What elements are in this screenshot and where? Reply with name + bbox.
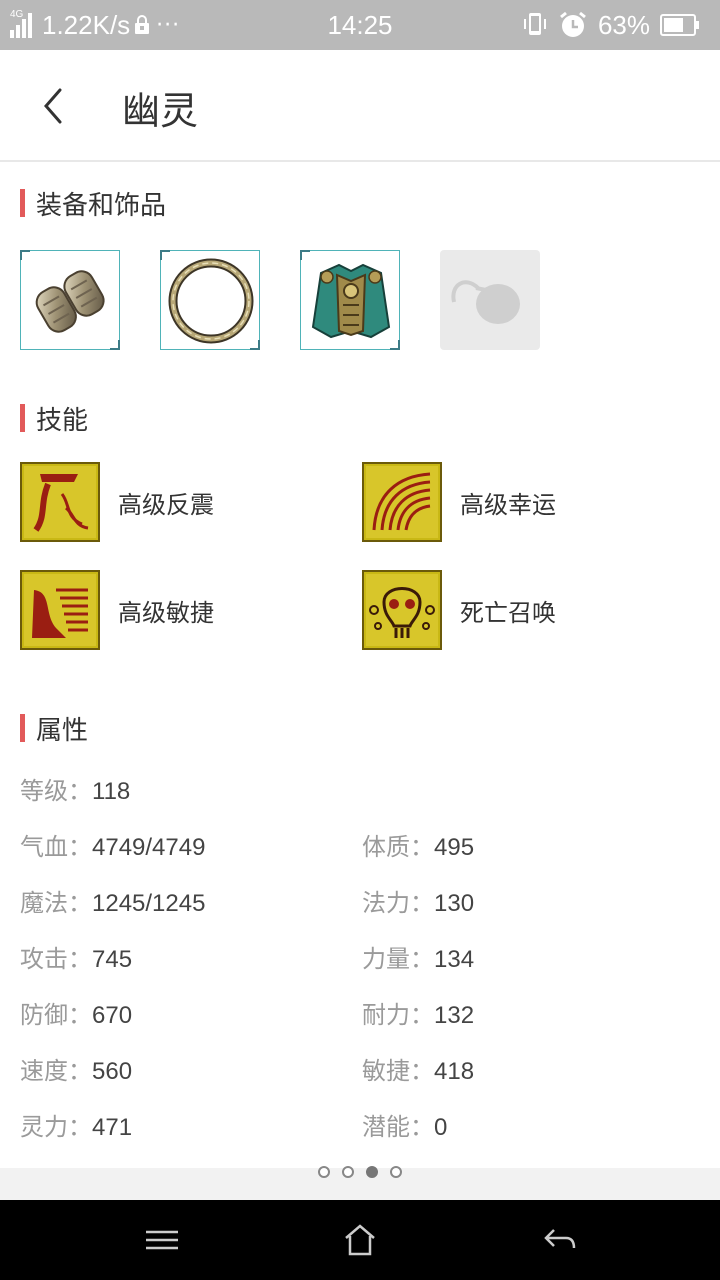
page-dot[interactable] xyxy=(318,1166,330,1178)
skill-name: 高级幸运 xyxy=(460,490,556,519)
attr-value: 134 xyxy=(434,946,475,973)
return-icon xyxy=(544,1229,576,1249)
equipment-title: 装备和饰品 xyxy=(36,190,167,221)
app-header: 幽灵 xyxy=(0,50,720,162)
page-dot[interactable] xyxy=(342,1166,354,1178)
attr-label: 体质： xyxy=(362,833,434,861)
attr-defense: 防御：670 xyxy=(20,995,132,1030)
attr-value: 418 xyxy=(434,1058,475,1085)
attr-label: 等级： xyxy=(20,777,92,805)
attr-label: 潜能： xyxy=(362,1113,434,1141)
system-nav-bar xyxy=(0,1200,720,1280)
attr-value: 0 xyxy=(434,1114,448,1141)
attr-attack: 攻击：745 xyxy=(20,939,132,974)
alarm-icon xyxy=(560,11,586,37)
attr-endurance: 耐力：132 xyxy=(362,995,474,1030)
skill-name: 高级反震 xyxy=(118,490,214,519)
attr-label: 魔法： xyxy=(20,889,92,917)
attr-value: 1245/1245 xyxy=(92,890,206,917)
equipment-slot-ring[interactable] xyxy=(160,250,260,350)
attr-label: 敏捷： xyxy=(362,1057,434,1085)
attr-magic-power: 法力：130 xyxy=(362,883,474,918)
death-summon-skill-icon xyxy=(362,570,442,650)
skill-item[interactable]: 高级反震 xyxy=(20,462,214,542)
attr-label: 攻击： xyxy=(20,945,92,973)
attr-strength: 力量：134 xyxy=(362,939,474,974)
page-dot[interactable] xyxy=(390,1166,402,1178)
bracer-icon xyxy=(35,270,105,333)
ring-icon xyxy=(168,258,254,344)
equipment-slot-armor[interactable] xyxy=(300,250,400,350)
attr-constitution: 体质：495 xyxy=(362,827,474,862)
battery-percent: 63% xyxy=(597,9,650,40)
attr-value: 560 xyxy=(92,1058,133,1085)
system-back-button[interactable] xyxy=(540,1222,580,1258)
attr-label: 防御： xyxy=(20,1001,92,1029)
attr-label: 灵力： xyxy=(20,1113,92,1141)
skill-item[interactable]: 高级敏捷 xyxy=(20,570,214,650)
attr-value: 132 xyxy=(434,1002,475,1029)
attr-value: 495 xyxy=(434,834,475,861)
section-marker xyxy=(20,404,25,432)
attr-label: 气血： xyxy=(20,833,92,861)
vibrate-icon xyxy=(523,13,546,35)
attr-value: 118 xyxy=(92,778,131,805)
attr-value: 670 xyxy=(92,1002,133,1029)
menu-button[interactable] xyxy=(142,1222,182,1258)
skill-name: 高级敏捷 xyxy=(118,598,214,627)
attr-label: 力量： xyxy=(362,945,434,973)
agility-skill-icon xyxy=(20,570,100,650)
attr-spirit: 灵力：471 xyxy=(20,1107,132,1142)
attr-value: 130 xyxy=(434,890,475,917)
empty-slot-icon xyxy=(451,280,520,324)
luck-skill-icon xyxy=(362,462,442,542)
attr-label: 速度： xyxy=(20,1057,92,1085)
skill-name: 死亡召唤 xyxy=(460,598,556,627)
attr-label: 耐力： xyxy=(362,1001,434,1029)
attributes-section-title: 属性 xyxy=(20,713,88,746)
attr-label: 法力： xyxy=(362,889,434,917)
attr-agility: 敏捷：418 xyxy=(362,1051,474,1086)
attributes-title: 属性 xyxy=(36,715,89,746)
attr-potential: 潜能：0 xyxy=(362,1107,447,1142)
section-marker xyxy=(20,714,25,742)
home-button[interactable] xyxy=(340,1222,380,1258)
attr-level: 等级：118 xyxy=(20,771,130,806)
skills-section-title: 技能 xyxy=(20,403,88,436)
equipment-section-title: 装备和饰品 xyxy=(20,188,166,221)
skills-title: 技能 xyxy=(36,405,89,436)
page-indicator xyxy=(0,1166,720,1178)
attr-speed: 速度：560 xyxy=(20,1051,132,1086)
chevron-left-icon xyxy=(44,88,62,124)
page-title: 幽灵 xyxy=(122,89,199,133)
armor-icon xyxy=(311,263,391,339)
equipment-list xyxy=(20,250,580,350)
skill-item[interactable]: 死亡召唤 xyxy=(362,570,556,650)
back-button[interactable] xyxy=(30,78,80,134)
attr-value: 471 xyxy=(92,1114,133,1141)
skill-item[interactable]: 高级幸运 xyxy=(362,462,556,542)
attr-mp: 魔法：1245/1245 xyxy=(20,883,205,918)
attr-value: 4749/4749 xyxy=(92,834,206,861)
attr-hp: 气血：4749/4749 xyxy=(20,827,205,862)
equipment-slot-bracer[interactable] xyxy=(20,250,120,350)
home-icon xyxy=(345,1224,375,1256)
equipment-slot-empty[interactable] xyxy=(440,250,540,350)
battery-icon xyxy=(660,14,699,36)
status-bar: 4G 1.22K/s ··· 14:25 63% xyxy=(0,0,720,50)
counter-skill-icon xyxy=(20,462,100,542)
menu-icon xyxy=(146,1230,178,1250)
section-marker xyxy=(20,189,25,217)
attr-value: 745 xyxy=(92,946,133,973)
page-dot[interactable] xyxy=(366,1166,378,1178)
